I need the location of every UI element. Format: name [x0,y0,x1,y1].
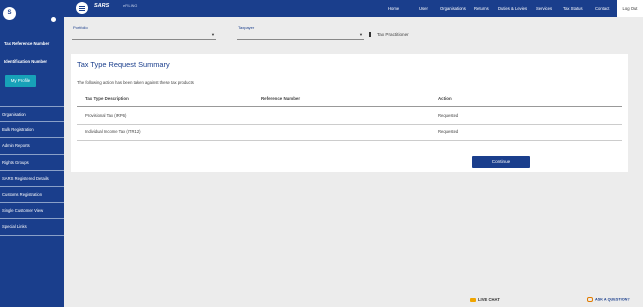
portfolio-label: Portfolio [73,25,88,30]
taxpayer-dropdown-icon[interactable]: ▼ [359,32,363,37]
nav-user[interactable]: User [419,0,428,17]
tax-practitioner-toggle-icon[interactable] [369,32,371,37]
page-title: Tax Type Request Summary [77,60,170,69]
page-subtitle: The following action has been taken agai… [77,80,194,85]
row-divider [77,140,622,141]
sidebar-item-customs-registration[interactable]: Customs Registration [0,187,64,204]
live-chat-label: LIVE CHAT [478,297,500,302]
status-dot-icon [51,17,56,22]
menu-toggle-icon[interactable] [76,2,88,14]
sidebar-item-single-customer-view[interactable]: Single Customer View [0,203,64,220]
column-header-action: Action [438,96,452,101]
tax-reference-label: Tax Reference Number [4,41,50,46]
sidebar-item-admin-reports[interactable]: Admin Reports [0,138,64,155]
portfolio-select[interactable] [72,39,216,40]
sidebar-item-organisation[interactable]: Organisation [0,106,64,123]
my-profile-button[interactable]: My Profile [5,75,36,87]
chat-icon [470,297,476,302]
taxpayer-label: Taxpayer [238,25,255,30]
row-action: Requested [438,113,459,118]
nav-services[interactable]: Services [536,0,552,17]
column-header-description: Tax Type Description [85,96,129,101]
nav-contact[interactable]: Contact [595,0,609,17]
summary-card: Tax Type Request Summary The following a… [71,54,628,172]
logout-button[interactable]: Log Out [617,0,643,17]
nav-returns[interactable]: Returns [474,0,489,17]
live-chat-button[interactable]: LIVE CHAT [470,297,500,302]
sidebar-item-rights-groups[interactable]: Rights Groups [0,155,64,171]
efiling-logo: eFILING [123,4,138,8]
ask-question-button[interactable]: ASK A QUESTION? [587,297,630,302]
identification-label: Identification Number [4,59,48,64]
row-divider [77,124,622,125]
row-description: Individual Income Tax (ITR12) [85,129,141,134]
sidebar-item-sars-registered-details[interactable]: SARS Registered Details [0,171,64,187]
sars-logo[interactable]: SARS [94,3,109,9]
row-description: Provisional Tax (IRP6) [85,113,127,118]
sidebar: S Tax Reference Number Identification Nu… [0,0,64,307]
table-header-divider [77,106,622,107]
question-icon [587,297,593,302]
continue-button[interactable]: Continue [472,156,530,168]
nav-duties-levies[interactable]: Duties & Levies [498,0,527,17]
tax-practitioner-label: Tax Practitioner [377,32,409,37]
avatar[interactable]: S [3,7,16,20]
portfolio-dropdown-icon[interactable]: ▼ [211,32,215,37]
row-action: Requested [438,129,459,134]
ask-question-label: ASK A QUESTION? [595,297,630,302]
column-header-reference: Reference Number [261,96,301,101]
sidebar-menu: Organisation Bulk Registration Admin Rep… [0,106,64,236]
nav-organisations[interactable]: Organisations [440,0,466,17]
taxpayer-select[interactable] [237,39,364,40]
nav-home[interactable]: Home [388,0,399,17]
nav-tax-status[interactable]: Tax Status [563,0,583,17]
sidebar-item-special-links[interactable]: Special Links [0,219,64,236]
top-navbar: SARS eFILING Home User Organisations Ret… [64,0,643,17]
sidebar-item-bulk-registration[interactable]: Bulk Registration [0,122,64,139]
